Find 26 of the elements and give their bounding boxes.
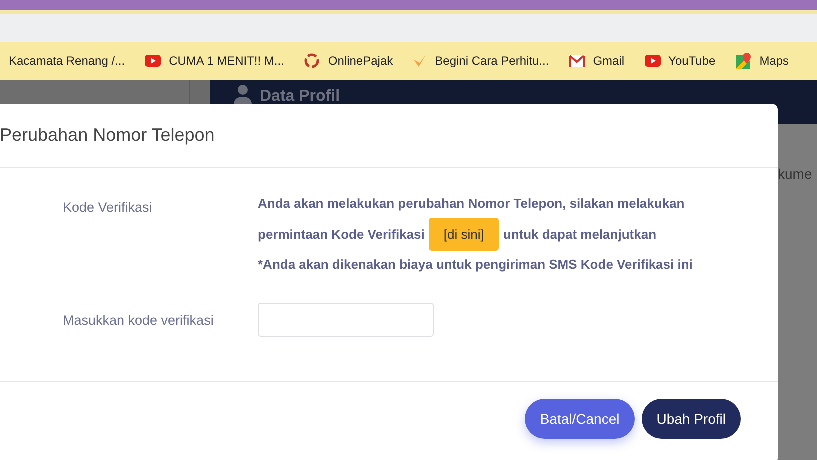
video-play-icon <box>644 55 661 67</box>
message-text: Anda akan melakukan perubahan Nomor Telepon, silakan melakukan <box>258 195 686 213</box>
modal-title: Perubahan Nomor Telepon <box>0 124 215 147</box>
verification-code-field[interactable] <box>258 303 434 337</box>
bookmark-item[interactable]: Gmail <box>569 52 625 70</box>
map-pin-icon <box>736 53 752 69</box>
bookmark-item[interactable]: CUMA 1 MENIT!! M... <box>145 52 284 70</box>
note-text: *Anda akan dikenakan biaya untuk pengiriman SMS Kode Verifikasi ini <box>258 256 693 274</box>
ring-icon <box>304 53 320 69</box>
bookmark-item[interactable]: YouTube <box>644 52 716 70</box>
cancel-button[interactable]: Batal/Cancel <box>525 399 635 439</box>
check-icon <box>413 54 428 68</box>
field-label: Kode Verifikasi <box>63 200 152 215</box>
mail-icon <box>569 55 586 67</box>
submit-button[interactable]: Ubah Profil <box>642 399 741 439</box>
bookmark-item[interactable]: Maps <box>736 52 790 70</box>
video-play-icon <box>145 55 162 67</box>
request-code-button[interactable]: [di sini] <box>428 218 500 251</box>
message-text: permintaan Kode Verifikasi <box>258 226 425 244</box>
bookmark-item[interactable]: OnlinePajak <box>304 52 394 70</box>
table-header-text: kume <box>778 165 814 184</box>
bookmark-item[interactable]: Begini Cara Perhitu... <box>413 52 550 70</box>
message-text: untuk dapat melanjutkan <box>503 226 657 244</box>
field-label: Masukkan kode verifikasi <box>63 313 214 328</box>
bookmark-item[interactable]: Kacamata Renang /... <box>9 52 126 70</box>
user-icon <box>234 85 252 105</box>
